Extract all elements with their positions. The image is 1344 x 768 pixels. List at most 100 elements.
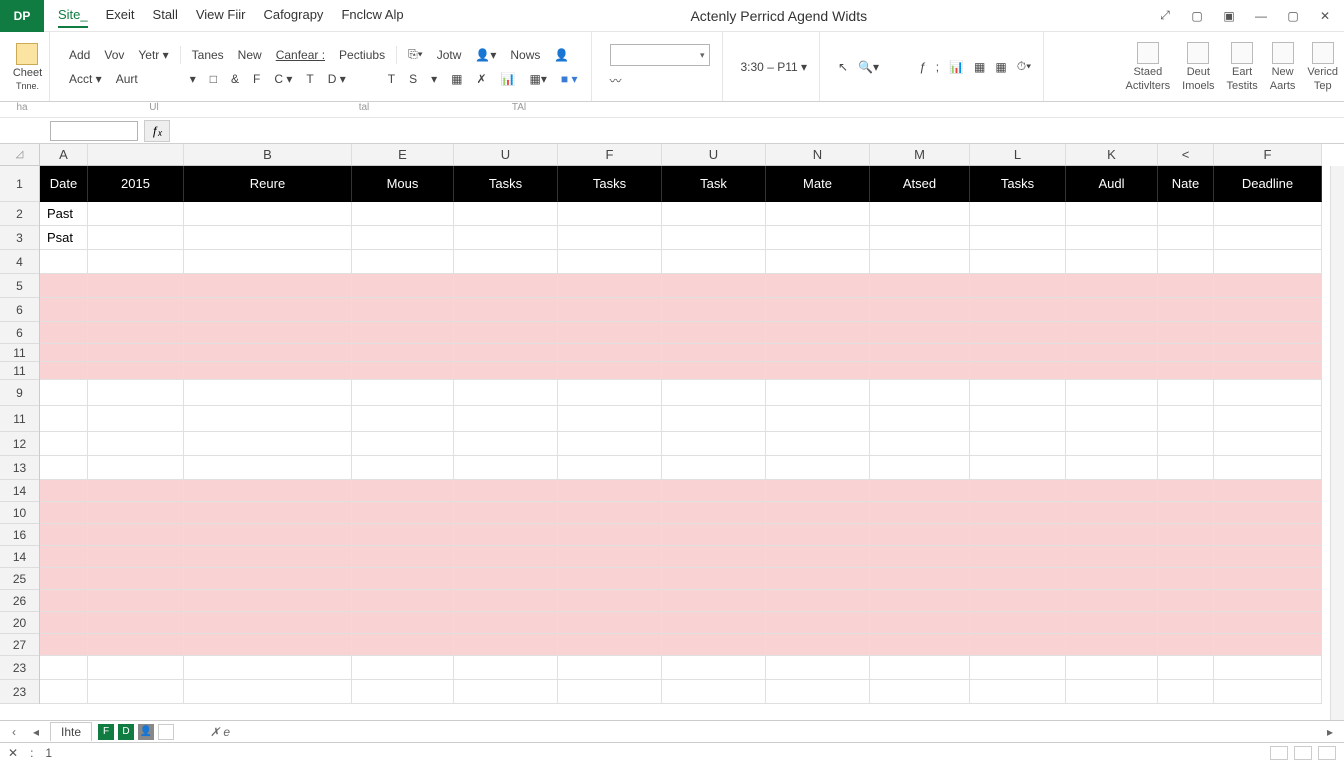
ribbon-btn[interactable]: Nows: [507, 46, 543, 64]
fx-button[interactable]: ƒₓ: [144, 120, 170, 142]
cell[interactable]: [352, 524, 454, 546]
cell[interactable]: [870, 612, 970, 634]
cell[interactable]: [970, 480, 1066, 502]
cell[interactable]: [970, 202, 1066, 226]
cell[interactable]: [352, 680, 454, 704]
row-header[interactable]: 12: [0, 432, 39, 456]
ribbon-btn[interactable]: ⎘▾: [405, 45, 426, 64]
cell[interactable]: [970, 250, 1066, 274]
cell[interactable]: [88, 250, 184, 274]
cell[interactable]: [88, 568, 184, 590]
cell[interactable]: [352, 362, 454, 380]
cell[interactable]: [454, 250, 558, 274]
cell[interactable]: [1066, 274, 1158, 298]
cell[interactable]: [184, 502, 352, 524]
badge[interactable]: [158, 724, 174, 740]
cell[interactable]: [870, 380, 970, 406]
cell[interactable]: [88, 274, 184, 298]
cell[interactable]: [88, 380, 184, 406]
cell[interactable]: [558, 680, 662, 704]
cell[interactable]: [40, 380, 88, 406]
cell[interactable]: [970, 456, 1066, 480]
cell[interactable]: [40, 344, 88, 362]
menu-item[interactable]: Fnclcw Alp: [341, 3, 403, 28]
cell[interactable]: Atsed: [870, 166, 970, 202]
cell[interactable]: [40, 480, 88, 502]
cell[interactable]: [1066, 202, 1158, 226]
cell[interactable]: [870, 274, 970, 298]
cell[interactable]: [454, 680, 558, 704]
cell[interactable]: [662, 406, 766, 432]
cell[interactable]: [1214, 612, 1322, 634]
cell[interactable]: [870, 680, 970, 704]
cell[interactable]: [352, 432, 454, 456]
cell[interactable]: [454, 612, 558, 634]
cell[interactable]: [88, 612, 184, 634]
cell[interactable]: [970, 590, 1066, 612]
cell[interactable]: Mous: [352, 166, 454, 202]
row-header[interactable]: 14: [0, 480, 39, 502]
cell[interactable]: [662, 590, 766, 612]
view-break-icon[interactable]: [1318, 746, 1336, 760]
cell[interactable]: [454, 406, 558, 432]
cell[interactable]: [662, 250, 766, 274]
people-icon[interactable]: 👤: [138, 724, 154, 740]
cell[interactable]: [970, 274, 1066, 298]
row-header[interactable]: 6: [0, 322, 39, 344]
cell[interactable]: [1214, 362, 1322, 380]
column-header[interactable]: F: [558, 144, 662, 165]
row-header[interactable]: 26: [0, 590, 39, 612]
ribbon-btn[interactable]: T: [385, 70, 398, 88]
cell[interactable]: [558, 656, 662, 680]
cell[interactable]: [870, 432, 970, 456]
cell[interactable]: [870, 590, 970, 612]
ribbon-btn[interactable]: New: [235, 46, 265, 64]
cell[interactable]: [1066, 432, 1158, 456]
cell[interactable]: [662, 322, 766, 344]
person-icon[interactable]: 👤: [551, 46, 572, 64]
cell[interactable]: [766, 250, 870, 274]
cell[interactable]: [88, 656, 184, 680]
cell[interactable]: [1066, 680, 1158, 704]
cell[interactable]: [1066, 456, 1158, 480]
cell[interactable]: [1158, 226, 1214, 250]
ribbon-btn[interactable]: &: [228, 70, 242, 88]
cell[interactable]: [558, 568, 662, 590]
column-header[interactable]: L: [970, 144, 1066, 165]
cell[interactable]: [870, 568, 970, 590]
cell[interactable]: [454, 656, 558, 680]
cell[interactable]: [766, 432, 870, 456]
cell[interactable]: [352, 322, 454, 344]
cell[interactable]: [870, 298, 970, 322]
row-header[interactable]: 10: [0, 502, 39, 524]
cell[interactable]: [184, 524, 352, 546]
column-header[interactable]: K: [1066, 144, 1158, 165]
cell[interactable]: [40, 322, 88, 344]
ribbon-right-group[interactable]: StaedActivlters: [1126, 42, 1171, 92]
cell[interactable]: [970, 298, 1066, 322]
cell[interactable]: [184, 656, 352, 680]
cell[interactable]: [184, 456, 352, 480]
cell[interactable]: [88, 298, 184, 322]
cell[interactable]: [1214, 590, 1322, 612]
cell[interactable]: 2015: [88, 166, 184, 202]
cell[interactable]: [454, 634, 558, 656]
cell[interactable]: [1066, 406, 1158, 432]
ribbon-btn[interactable]: ▦▾: [527, 70, 550, 88]
row-header[interactable]: 5: [0, 274, 39, 298]
cell[interactable]: [184, 362, 352, 380]
cell[interactable]: [1214, 380, 1322, 406]
sheet-tab[interactable]: Ihte: [50, 722, 92, 741]
cell[interactable]: [970, 226, 1066, 250]
close-icon[interactable]: ✕: [1314, 5, 1336, 27]
cell[interactable]: [662, 612, 766, 634]
cell[interactable]: [1214, 456, 1322, 480]
cell[interactable]: [870, 546, 970, 568]
view-layout-icon[interactable]: [1294, 746, 1312, 760]
cell[interactable]: Task: [662, 166, 766, 202]
cell[interactable]: [352, 634, 454, 656]
cell[interactable]: [970, 406, 1066, 432]
cell[interactable]: [662, 524, 766, 546]
cell[interactable]: [558, 634, 662, 656]
cell[interactable]: [184, 568, 352, 590]
